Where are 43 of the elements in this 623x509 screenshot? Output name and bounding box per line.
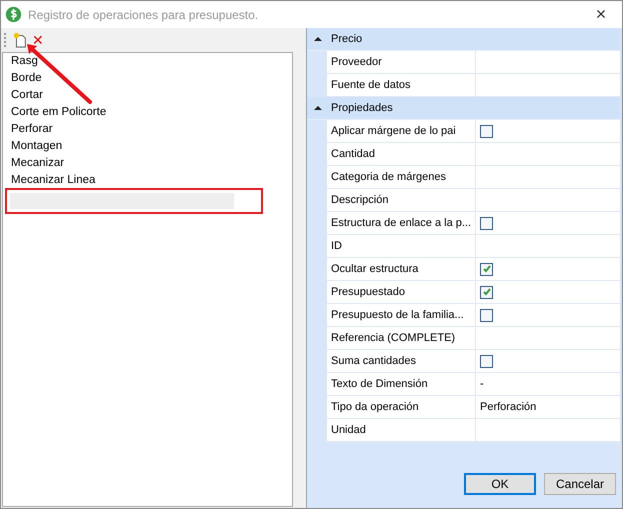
property-name: Ocultar estructura [327,258,476,280]
property-name: Tipo da operación [327,396,476,418]
checkbox[interactable] [480,354,493,368]
dollar-icon [5,6,22,23]
window-title: Registro de operaciones para presupuesto. [28,8,260,22]
checkbox[interactable] [480,124,493,138]
list-item[interactable]: Montagen [3,138,292,155]
list-item[interactable]: Rasg [3,53,292,70]
list-item[interactable]: Borde [3,70,292,87]
delete-button[interactable]: ✕ [32,32,44,48]
list-item[interactable]: Corte em Policorte [3,104,292,121]
property-name: Proveedor [327,51,476,73]
property-name: Referencia (COMPLETE) [327,327,476,349]
close-button[interactable]: × [586,4,616,25]
property-name: Presupuesto de la familia... [327,304,476,326]
property-name: Estructura de enlace a la p... [327,212,476,234]
property-name: Fuente de datos [327,74,476,96]
property-name: Aplicar márgene de lo pai [327,120,476,142]
property-name: Texto de Dimensión [327,373,476,395]
property-name: Cantidad [327,143,476,165]
category-header[interactable]: Propiedades [307,97,620,120]
list-item[interactable]: Mecanizar [3,155,292,172]
ok-button[interactable]: OK [464,473,536,495]
list-item[interactable]: Cortar [3,87,292,104]
new-document-icon[interactable] [12,32,28,48]
cancel-button[interactable]: Cancelar [544,473,616,495]
checkbox[interactable] [480,286,493,298]
checkbox[interactable] [480,308,493,322]
property-name: Suma cantidades [327,350,476,372]
category-label: Precio [330,33,362,45]
category-header[interactable]: Precio [307,28,620,51]
property-value: - [480,378,484,390]
property-name: Presupuestado [327,281,476,303]
checkbox[interactable] [480,216,493,230]
property-name: Unidad [327,419,476,441]
property-value: Perforación [480,401,536,413]
list-item[interactable]: Mecanizar Linea [3,172,292,189]
property-name: ID [327,235,476,257]
list-item[interactable]: Perforar [3,121,292,138]
checkbox[interactable] [480,262,493,276]
category-label: Propiedades [330,102,393,114]
property-name: Descripción [327,189,476,211]
property-name: Categoria de márgenes [327,166,476,188]
